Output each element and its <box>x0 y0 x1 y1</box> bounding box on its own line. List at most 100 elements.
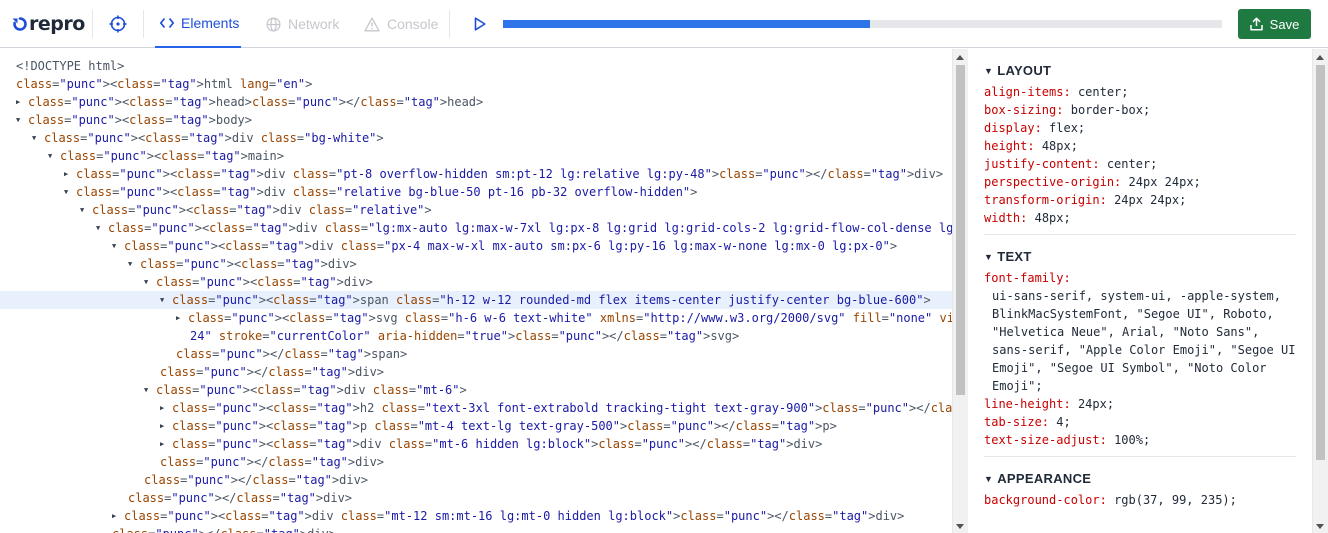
refresh-icon <box>12 17 27 31</box>
dom-node-line[interactable]: ▼ class="punc"><class="tag">div class="lg… <box>0 219 952 237</box>
dom-node-line[interactable]: ▶ class="punc"><class="tag">div class="mt… <box>0 507 952 525</box>
dom-node-text: class="punc"><class="tag">span class="h-… <box>172 293 931 307</box>
dom-node-text: class="punc"><class="tag">div class="lg:… <box>108 221 952 235</box>
dom-node-line[interactable]: class="punc"><class="tag">html lang="en"… <box>0 75 952 93</box>
dom-node-text: class="punc"><class="tag">div class="pt-… <box>76 167 944 181</box>
property-value: sans-serif, "Apple Color Emoji", "Segoe … <box>992 343 1296 357</box>
property-value: flex; <box>1049 121 1086 135</box>
inspect-element-button[interactable] <box>106 12 130 36</box>
dom-node-line[interactable]: ▶ class="punc"><class="tag">div class="mt… <box>0 435 952 453</box>
dom-node-text: class="punc"><class="tag">h2 class="text… <box>172 401 952 415</box>
css-property-row: height: 48px; <box>984 137 1078 155</box>
expanded-triangle-icon[interactable]: ▼ <box>144 273 156 291</box>
dom-node-line[interactable]: ▼ class="punc"><class="tag">body> <box>0 111 952 129</box>
scroll-up-arrow-icon[interactable] <box>956 55 964 60</box>
dom-scrollbar[interactable] <box>952 49 968 533</box>
expanded-triangle-icon[interactable]: ▼ <box>32 129 44 147</box>
expanded-triangle-icon[interactable]: ▼ <box>80 201 92 219</box>
collapsed-triangle-icon[interactable]: ▶ <box>176 309 188 327</box>
dom-node-line[interactable]: <!DOCTYPE html> <box>0 57 952 75</box>
styles-scrollbar[interactable] <box>1312 49 1328 533</box>
dom-node-line[interactable]: ▶ class="punc"><class="tag">div class="pt… <box>0 165 952 183</box>
play-button[interactable] <box>470 14 490 34</box>
caret-down-icon: ▼ <box>984 474 994 484</box>
property-name: display: <box>984 121 1042 135</box>
dom-node-text: class="punc"></class="tag">div> <box>128 491 353 505</box>
section-divider <box>984 456 1296 457</box>
dom-node-line[interactable]: ▶ class="punc"><class="tag">h2 class="tex… <box>0 399 952 417</box>
collapsed-triangle-icon[interactable]: ▶ <box>160 399 172 417</box>
scrollbar-thumb[interactable] <box>956 65 965 395</box>
dom-node-line[interactable]: ▼ class="punc"><class="tag">div class="mt… <box>0 381 952 399</box>
collapsed-triangle-icon[interactable]: ▶ <box>112 507 124 525</box>
dom-node-line[interactable]: ▼ class="punc"><class="tag">div class="px… <box>0 237 952 255</box>
collapsed-triangle-icon[interactable]: ▶ <box>64 165 76 183</box>
dom-node-text: class="punc"><class="tag">div class="mt-… <box>124 509 905 523</box>
css-property-row: sans-serif, "Apple Color Emoji", "Segoe … <box>992 341 1295 359</box>
dom-tree-panel[interactable]: <!DOCTYPE html> class="punc"><class="tag"… <box>0 49 952 533</box>
css-property-row: box-sizing: border-box; <box>984 101 1150 119</box>
section-header-appearance[interactable]: ▼ APPEARANCE <box>984 471 1091 486</box>
property-value: 24px; <box>1077 397 1115 411</box>
collapsed-triangle-icon[interactable]: ▶ <box>160 435 172 453</box>
tab-network[interactable]: Network <box>266 0 339 48</box>
progress-fill <box>503 20 870 28</box>
scroll-up-arrow-icon[interactable] <box>1316 55 1324 60</box>
dom-node-text: 24" stroke="currentColor" aria-hidden="t… <box>190 329 740 343</box>
dom-node-line[interactable]: ▼ class="punc"><class="tag">span class="h… <box>0 291 952 309</box>
caret-down-icon: ▼ <box>984 252 994 262</box>
scrollbar-thumb[interactable] <box>1316 65 1325 460</box>
css-property-row: perspective-origin: 24px 24px; <box>984 173 1201 191</box>
css-property-row: Emoji"; <box>992 377 1043 395</box>
expanded-triangle-icon[interactable]: ▼ <box>96 219 108 237</box>
dom-node-line[interactable]: 24" stroke="currentColor" aria-hidden="t… <box>0 327 952 345</box>
dom-node-line[interactable]: class="punc"></class="tag">span> <box>0 345 952 363</box>
expanded-triangle-icon[interactable]: ▼ <box>16 111 28 129</box>
dom-node-line[interactable]: ▶ class="punc"><class="tag">svg class="h-… <box>0 309 952 327</box>
expanded-triangle-icon[interactable]: ▼ <box>144 381 156 399</box>
dom-node-text: class="punc"></class="tag">div> <box>144 473 369 487</box>
dom-node-text: class="punc"><class="tag">div class="px-… <box>124 239 898 253</box>
expanded-triangle-icon[interactable]: ▼ <box>128 255 140 273</box>
dom-node-line[interactable]: ▼ class="punc"><class="tag">div class="re… <box>0 183 952 201</box>
property-name: justify-content: <box>984 157 1100 171</box>
scroll-down-arrow-icon[interactable] <box>956 524 964 529</box>
section-header-layout[interactable]: ▼ LAYOUT <box>984 63 1051 78</box>
dom-node-line[interactable]: ▼ class="punc"><class="tag">main> <box>0 147 952 165</box>
collapsed-triangle-icon[interactable]: ▶ <box>16 93 28 111</box>
save-button[interactable]: Save <box>1238 9 1311 39</box>
section-header-text[interactable]: ▼ TEXT <box>984 249 1032 264</box>
css-property-row: font-family: <box>984 269 1071 287</box>
css-property-row: ui-sans-serif, system-ui, -apple-system, <box>992 287 1281 305</box>
dom-node-line[interactable]: ▼ class="punc"><class="tag">div> <box>0 255 952 273</box>
css-property-row: Emoji", "Segoe UI Symbol", "Noto Color <box>992 359 1267 377</box>
dom-node-line[interactable]: class="punc"></class="tag">div> <box>0 363 952 381</box>
tab-elements[interactable]: Elements <box>155 0 241 48</box>
tab-console[interactable]: Console <box>364 0 438 48</box>
property-value: BlinkMacSystemFont, "Segoe UI", Roboto, <box>992 307 1274 321</box>
expanded-triangle-icon[interactable]: ▼ <box>64 183 76 201</box>
expanded-triangle-icon[interactable]: ▼ <box>112 237 124 255</box>
toolbar-divider <box>92 10 93 38</box>
tab-label: Elements <box>181 15 240 31</box>
dom-node-line[interactable]: class="punc"></class="tag">div> <box>0 525 952 533</box>
upload-icon <box>1249 17 1263 31</box>
dom-node-text: class="punc"><class="tag">div> <box>156 275 373 289</box>
dom-node-line[interactable]: class="punc"></class="tag">div> <box>0 489 952 507</box>
dom-node-line[interactable]: ▼ class="punc"><class="tag">div class="bg… <box>0 129 952 147</box>
play-icon <box>474 17 486 31</box>
dom-node-line[interactable]: ▶ class="punc"><class="tag">head>class="p… <box>0 93 952 111</box>
tab-label: Console <box>387 16 439 32</box>
playback-progress-bar[interactable] <box>503 20 1222 28</box>
property-name: height: <box>984 139 1035 153</box>
dom-node-line[interactable]: ▼ class="punc"><class="tag">div> <box>0 273 952 291</box>
dom-node-line[interactable]: class="punc"></class="tag">div> <box>0 453 952 471</box>
collapsed-triangle-icon[interactable]: ▶ <box>160 417 172 435</box>
dom-node-line[interactable]: ▶ class="punc"><class="tag">p class="mt-4… <box>0 417 952 435</box>
logo-text: repro <box>29 13 85 35</box>
scroll-down-arrow-icon[interactable] <box>1316 524 1324 529</box>
expanded-triangle-icon[interactable]: ▼ <box>48 147 60 165</box>
expanded-triangle-icon[interactable]: ▼ <box>160 291 172 309</box>
dom-node-line[interactable]: class="punc"></class="tag">div> <box>0 471 952 489</box>
dom-node-line[interactable]: ▼ class="punc"><class="tag">div class="re… <box>0 201 952 219</box>
